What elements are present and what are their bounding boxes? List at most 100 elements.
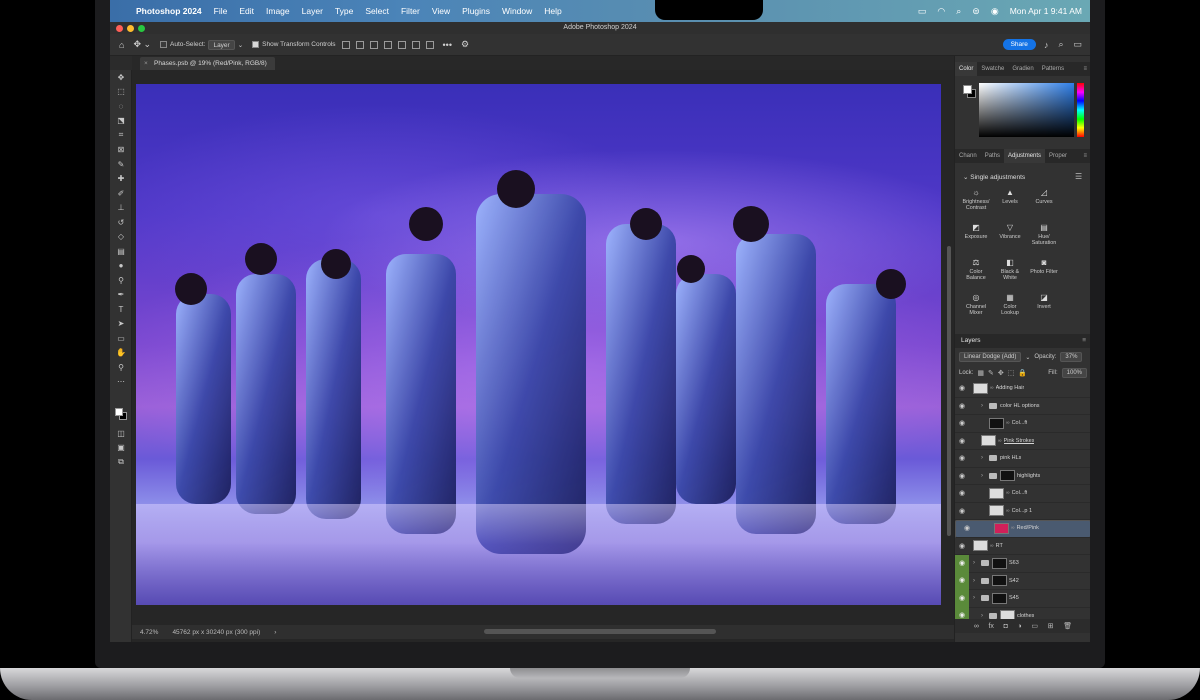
layer-name[interactable]: Col...ft [1012, 420, 1028, 426]
menu-select[interactable]: Select [365, 6, 389, 16]
panel-menu-icon[interactable]: ≡ [1082, 334, 1090, 348]
layer-row[interactable]: ◉ › S42 [955, 572, 1090, 590]
quick-mask-icon[interactable]: ◫ [110, 426, 132, 441]
visibility-eye-icon[interactable]: ◉ [955, 507, 969, 515]
tab-gradients[interactable]: Gradien [1008, 62, 1037, 76]
marquee-tool-icon[interactable]: ⬚ [110, 85, 132, 100]
adj-exposure[interactable]: ◩ Exposure [959, 224, 993, 253]
expand-chevron-icon[interactable]: › [981, 473, 989, 479]
app-menu[interactable]: Photoshop 2024 [136, 6, 202, 16]
new-layer-icon[interactable]: ⊞ [1048, 622, 1054, 630]
adjustment-layer-icon[interactable]: ◑ [1017, 623, 1021, 630]
rectangle-tool-icon[interactable]: ▭ [110, 331, 132, 346]
trash-icon[interactable]: 🗑 [1063, 622, 1072, 630]
expand-chevron-icon[interactable]: › [973, 595, 981, 601]
align-center-icon[interactable] [355, 40, 364, 49]
close-tab-icon[interactable]: × [144, 57, 148, 70]
lock-paint-icon[interactable]: ✎ [988, 369, 994, 377]
lasso-tool-icon[interactable]: ◌ [110, 99, 132, 114]
adj-black-white[interactable]: ◧ Black & White [993, 259, 1027, 288]
list-view-icon[interactable]: ☰ [1075, 172, 1082, 181]
layer-thumbnail[interactable] [981, 435, 996, 447]
layer-name[interactable]: highlights [1017, 473, 1040, 479]
menu-plugins[interactable]: Plugins [462, 6, 490, 16]
chevron-down-icon[interactable]: ⌄ [1025, 354, 1030, 361]
adj-hue-saturation[interactable]: ▤ Hue/ Saturation [1027, 224, 1061, 253]
layer-thumbnail[interactable] [989, 487, 1004, 499]
notifications-bell-icon[interactable]: ♪ [1044, 40, 1049, 50]
workspace-icon[interactable]: ▭ [1073, 39, 1082, 50]
add-mask-icon[interactable]: ◘ [1004, 623, 1008, 630]
horizontal-scrollbar[interactable] [484, 629, 716, 634]
fill-field[interactable]: 100% [1061, 368, 1087, 378]
lock-all-icon[interactable]: 🔒 [1018, 369, 1027, 377]
tab-patterns[interactable]: Patterns [1038, 62, 1068, 76]
layer-row[interactable]: ◉ › pink HLs [955, 450, 1090, 468]
hand-tool-icon[interactable]: ✋ [110, 346, 132, 361]
transform-controls-option[interactable]: Show Transform Controls [252, 41, 336, 48]
settings-gear-icon[interactable]: ⚙ [461, 39, 469, 50]
layer-name[interactable]: pink HLs [1000, 455, 1021, 461]
mask-link-icon[interactable]: ∞ [1011, 524, 1015, 533]
tab-channels[interactable]: Chann [955, 149, 981, 163]
expand-chevron-icon[interactable]: › [981, 613, 989, 619]
foreground-color-swatch[interactable] [115, 408, 123, 416]
dodge-tool-icon[interactable]: ⚲ [110, 273, 132, 288]
tab-swatches[interactable]: Swatche [977, 62, 1008, 76]
expand-chevron-icon[interactable]: › [981, 403, 989, 409]
layer-row[interactable]: ◉ ∞ RT [955, 538, 1090, 555]
clone-stamp-tool-icon[interactable]: ⊥ [110, 201, 132, 216]
layer-row[interactable]: ◉ › color HL options [955, 398, 1090, 415]
chevron-right-icon[interactable]: › [274, 629, 276, 636]
layer-name[interactable]: S42 [1009, 578, 1019, 584]
menu-window[interactable]: Window [502, 6, 532, 16]
canvas-area[interactable]: 4.72% 45762 px x 30240 px (300 ppi) › [132, 70, 954, 642]
move-tool-icon[interactable]: ✥ ⌄ [133, 39, 151, 50]
lock-pixels-icon[interactable]: ▦ [977, 369, 984, 377]
gradient-tool-icon[interactable]: ▤ [110, 244, 132, 259]
mask-link-icon[interactable]: ∞ [1006, 420, 1010, 426]
align-right-icon[interactable] [369, 40, 378, 49]
align-left-icon[interactable] [341, 40, 350, 49]
align-bottom-icon[interactable] [411, 40, 420, 49]
share-for-review-icon[interactable]: ⧉ [110, 455, 132, 470]
layer-row[interactable]: ◉ ∞ Adding Hair [955, 380, 1090, 398]
color-panel-fg-swatch[interactable] [963, 85, 972, 94]
mask-link-icon[interactable]: ∞ [990, 543, 994, 549]
mask-link-icon[interactable]: ∞ [990, 385, 994, 391]
more-tools-icon[interactable]: ⋯ [110, 375, 132, 390]
frame-tool-icon[interactable]: ⊠ [110, 143, 132, 158]
visibility-eye-icon[interactable]: ◉ [955, 454, 969, 462]
eraser-tool-icon[interactable]: ◇ [110, 230, 132, 245]
layer-name[interactable]: RT [996, 543, 1003, 549]
wifi-icon[interactable]: ◠ [937, 6, 945, 17]
healing-brush-tool-icon[interactable]: ✚ [110, 172, 132, 187]
layer-thumbnail[interactable] [989, 505, 1004, 517]
search-icon[interactable]: ⌕ [956, 6, 961, 17]
adj-invert[interactable]: ◪ Invert [1027, 294, 1061, 323]
expand-chevron-icon[interactable]: › [973, 578, 981, 584]
tab-paths[interactable]: Paths [981, 149, 1004, 163]
tab-adjustments[interactable]: Adjustments [1004, 149, 1046, 163]
lock-artboard-icon[interactable]: ⬚ [1008, 369, 1015, 377]
layer-name[interactable]: Red/Pink [1017, 524, 1039, 533]
history-brush-tool-icon[interactable]: ↺ [110, 215, 132, 230]
mask-link-icon[interactable]: ∞ [1006, 490, 1010, 496]
tab-color[interactable]: Color [955, 62, 978, 76]
layer-thumbnail[interactable] [973, 382, 988, 394]
link-layers-icon[interactable]: ∞ [974, 623, 979, 630]
layer-name[interactable]: S63 [1009, 560, 1019, 566]
layer-thumbnail[interactable] [992, 557, 1007, 569]
control-center-icon[interactable]: ⊜ [972, 6, 980, 17]
auto-select-option[interactable]: Auto-Select: Layer ⌄ [160, 39, 243, 50]
battery-icon[interactable]: ▭ [918, 6, 927, 17]
opacity-field[interactable]: 37% [1060, 352, 1083, 362]
share-button[interactable]: Share [1002, 39, 1036, 50]
visibility-eye-icon[interactable]: ◉ [955, 572, 969, 590]
visibility-eye-icon[interactable]: ◉ [955, 542, 969, 550]
type-tool-icon[interactable]: T [110, 302, 132, 317]
align-middle-icon[interactable] [397, 40, 406, 49]
mask-link-icon[interactable]: ∞ [1006, 508, 1010, 514]
menu-file[interactable]: File [214, 6, 228, 16]
visibility-eye-icon[interactable]: ◉ [955, 384, 969, 392]
